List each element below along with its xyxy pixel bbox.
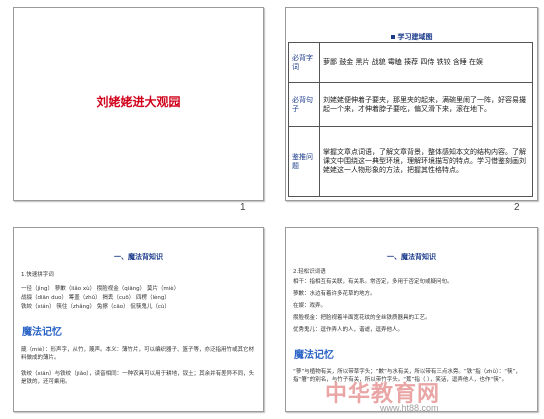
slide-4-line: 相干：指相互有关联，有关系。常否定，多用于否定句或疑问句。: [293, 279, 453, 285]
slide-3-title: 一、魔法背知识: [114, 253, 163, 261]
slide-4-title: 一、魔法背知识: [387, 253, 436, 261]
slide-4-subtitle: 2.轻松识词语: [293, 269, 326, 275]
slide-3-line: 一径（jìng） 蓼歉（liǎo xù） 攒脸视金（qiāng） 莫片（miè）: [21, 286, 180, 292]
table-cell-head: 鉴推问题: [288, 126, 320, 197]
table-row: 鉴推问题 掌握文章点词语，了解文章背景，整体感知本文的结构内容。了解课文中围绕这…: [288, 126, 533, 197]
slide-thumbnail-2[interactable]: 学习建域图 必背字词 萝鄙 鼓金 黑片 战貌 霉瞌 揍荐 四侍 铁铰 含睡 在娱…: [285, 7, 538, 201]
slide-1-title: 刘姥姥进大观园: [96, 95, 181, 109]
table-row: 必背字词 萝鄙 鼓金 黑片 战貌 霉瞌 揍荐 四侍 铁铰 含睡 在娱: [288, 42, 533, 83]
slide-3-line: 铁絞（xián） 筷住（zhǎng） 兔擦（cāo） 侃筷鬼儿（cù）: [21, 304, 170, 310]
slide-thumbnail-3[interactable]: 一、魔法背知识 1.快速拼字词 一径（jìng） 蓼歉（liǎo xù） 攒脸视…: [13, 227, 264, 412]
slide-3-paragraph: 箴（miè）：形声字，从竹，蔑声。本义：薄竹片，可以编织器子、篮子等，亦泛指用竹…: [21, 347, 255, 361]
table-cell-body: 刘姥姥便伸着子要夹，那里夹的起来，满碗里闹了一阵，好容易撮起一个来，才伸着脖子要…: [319, 82, 533, 127]
slide-thumbnail-1[interactable]: 刘姥姥进大观园: [13, 7, 264, 201]
slide-4-magic-heading: 魔法记忆: [294, 350, 334, 361]
slide-3-magic-heading: 魔法记忆: [22, 327, 62, 338]
study-table: 必背字词 萝鄙 鼓金 黑片 战貌 霉瞌 揍荐 四侍 铁铰 含睡 在娱 必背句子 …: [288, 42, 533, 197]
bullet-icon: [390, 35, 395, 39]
slide-4-line: 攒脸视金：把脸视着半面宽花纹的全丝铁质器具的工艺。: [293, 315, 431, 321]
slide-4-line: 在娱：戏弄。: [293, 303, 327, 309]
slide-2-number: 2: [514, 202, 520, 213]
slide-3-line: 战掇（diān duo） 筹盖（zhǔ） 揭丢（cuō） 四楞（lèng）: [21, 295, 170, 301]
slide-4-line: 优秀鬼儿：逗作弄人的人，谐谑，逗弄他人。: [293, 327, 404, 333]
slide-3-paragraph: 铁绞（xián）与铁绞（jiǎo），读音相同：一种农具可以用于耕地，钗土；其余并…: [21, 371, 255, 385]
table-cell-body: 掌握文章点词语，了解文章背景，整体感知本文的结构内容。了解课文中围绕这一典型环境…: [319, 126, 533, 197]
watermark-url: www.ht88.com: [380, 403, 439, 413]
slide-4-line: 蓼歉：水边有着许多花草的地方。: [293, 291, 376, 297]
table-cell-head: 必背字词: [288, 42, 320, 83]
slide-1-number: 1: [240, 202, 246, 213]
slide-2-title: 学习建域图: [286, 32, 537, 42]
table-cell-head: 必背句子: [288, 82, 320, 127]
table-cell-body: 萝鄙 鼓金 黑片 战貌 霉瞌 揍荐 四侍 铁铰 含睡 在娱: [319, 42, 533, 83]
slide-3-subtitle: 1.快速拼字词: [21, 272, 54, 278]
table-row: 必背句子 刘姥姥便伸着子要夹，那里夹的起来，满碗里闹了一阵，好容易撮起一个来，才…: [288, 82, 533, 127]
